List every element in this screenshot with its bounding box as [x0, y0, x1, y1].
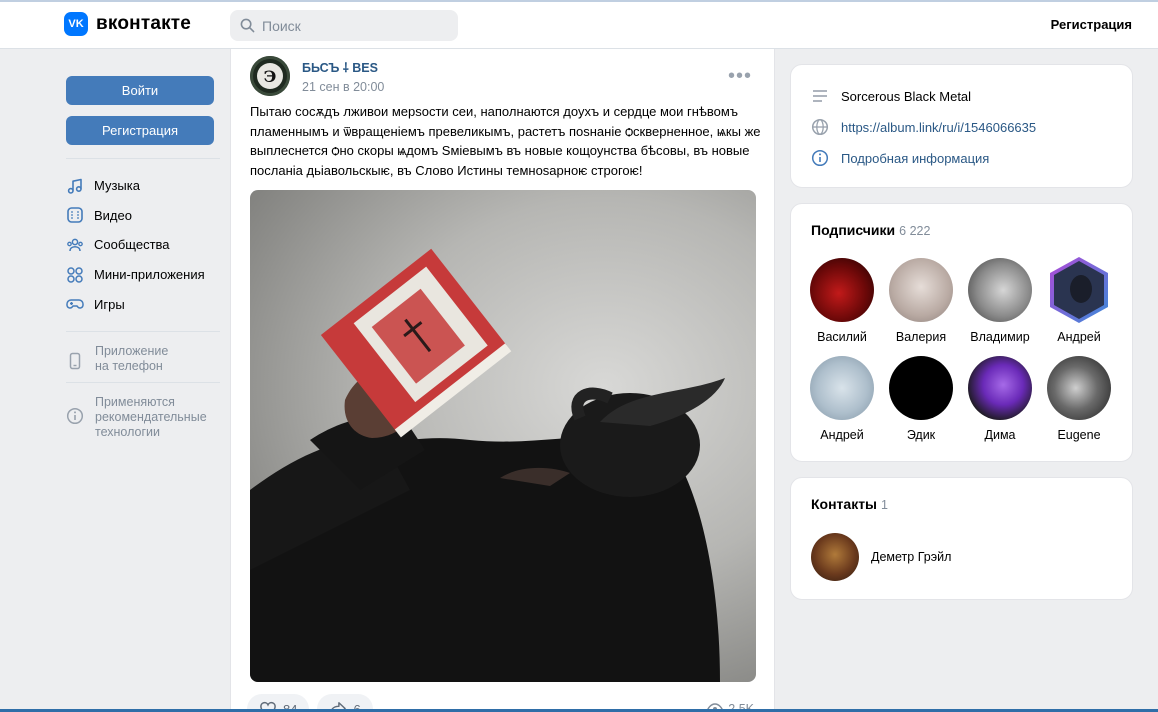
- post-text: Пытаю сосѫдъ лживои мерѕости сеи, наполн…: [250, 104, 761, 178]
- info-card: Sorcerous Black Metal https://album.link…: [790, 64, 1133, 188]
- sidebar-item-label: Игры: [94, 296, 125, 312]
- subscriber-name: Андрей: [1057, 330, 1101, 344]
- subscriber-avatar: [1050, 257, 1108, 323]
- subscriber-avatar: [1047, 356, 1111, 420]
- sidebar-item-communities[interactable]: Сообщества: [66, 230, 220, 260]
- more-options-icon[interactable]: •••: [728, 65, 752, 88]
- subscriber-item[interactable]: Андрей: [1039, 257, 1119, 344]
- info-details-row[interactable]: Подробная информация: [811, 149, 989, 167]
- search-icon: [240, 18, 255, 33]
- top-accent-line: [0, 0, 1158, 2]
- subscriber-avatar: [810, 258, 874, 322]
- subscriber-item[interactable]: Василий: [802, 258, 882, 344]
- subscriber-item[interactable]: Eugene: [1039, 356, 1119, 442]
- contact-avatar: [811, 533, 859, 581]
- subscriber-avatar: [889, 356, 953, 420]
- subscriber-item[interactable]: Андрей: [802, 356, 882, 442]
- sidebar-item-label: Музыка: [94, 178, 140, 194]
- mini-apps-icon: [67, 266, 83, 283]
- post-author[interactable]: БЬСЪ ⸸ BES: [302, 59, 384, 76]
- contacts-card: Контакты 1 Деметр Грэйл: [790, 477, 1133, 600]
- sidebar-item-label: Мини-приложения: [94, 267, 205, 283]
- login-button[interactable]: Войти: [66, 76, 214, 105]
- mobile-app-line2: на телефон: [95, 358, 163, 373]
- recommendations-line2: рекомендательные: [95, 409, 207, 424]
- subscribers-count: 6 222: [899, 224, 931, 238]
- recommendations-line1: Применяются: [95, 394, 175, 409]
- globe-icon: [811, 118, 829, 136]
- post-photo[interactable]: [250, 190, 756, 682]
- subscribers-title[interactable]: Подписчики 6 222: [811, 222, 930, 238]
- search-box[interactable]: [230, 10, 458, 41]
- sidebar-item-video[interactable]: Видео: [66, 201, 220, 231]
- mobile-app-line1: Приложение: [95, 343, 169, 358]
- search-input[interactable]: [262, 17, 442, 34]
- info-details-link[interactable]: Подробная информация: [841, 151, 989, 166]
- vk-logo-icon: VK: [64, 12, 88, 36]
- info-description-row: Sorcerous Black Metal: [811, 87, 971, 105]
- subscriber-avatar: [968, 356, 1032, 420]
- subscriber-name: Василий: [817, 330, 867, 344]
- info-link-row: https://album.link/ru/i/1546066635: [811, 118, 1036, 136]
- contacts-title-text: Контакты: [811, 496, 878, 512]
- left-sidebar: Войти Регистрация Музыка Видео Сообществ…: [66, 76, 220, 448]
- sidebar-item-mini-apps[interactable]: Мини-приложения: [66, 260, 220, 290]
- subscriber-item[interactable]: Владимир: [960, 258, 1040, 344]
- subscriber-name: Валерия: [895, 330, 947, 344]
- top-bar: VK вконтакте Регистрация: [0, 0, 1158, 49]
- subscriber-item[interactable]: Эдик: [881, 356, 961, 442]
- subscriber-name: Дима: [984, 428, 1016, 442]
- contact-name: Деметр Грэйл: [871, 550, 952, 564]
- subscriber-avatar: [810, 356, 874, 420]
- sidebar-item-games[interactable]: Игры: [66, 289, 220, 319]
- header-register-link[interactable]: Регистрация: [1051, 17, 1132, 32]
- recommendations-line3: технологии: [95, 424, 161, 439]
- info-url-link[interactable]: https://album.link/ru/i/1546066635: [841, 120, 1036, 135]
- contacts-title[interactable]: Контакты 1: [811, 496, 888, 512]
- subscriber-item[interactable]: Дима: [960, 356, 1040, 442]
- description-icon: [813, 90, 827, 102]
- sidebar-divider: [66, 158, 220, 159]
- subscriber-name: Eugene: [1057, 428, 1101, 442]
- info-icon: [66, 407, 84, 425]
- author-avatar[interactable]: Э: [250, 56, 290, 96]
- communities-icon: [67, 238, 83, 252]
- subscriber-name: Эдик: [906, 428, 936, 442]
- register-button[interactable]: Регистрация: [66, 116, 214, 145]
- sidebar-item-label: Видео: [94, 207, 132, 223]
- post-date[interactable]: 21 сен в 20:00: [302, 80, 384, 94]
- video-icon: [67, 207, 83, 224]
- subscriber-avatar: [889, 258, 953, 322]
- sidebar-divider: [66, 330, 220, 332]
- post-photo-image: [250, 248, 725, 682]
- subscribers-card: Подписчики 6 222 Василий Валерия Владимир…: [790, 203, 1133, 462]
- contacts-count: 1: [881, 498, 888, 512]
- sidebar-mobile-app[interactable]: Приложение на телефон: [66, 344, 220, 374]
- vk-logo[interactable]: VK вконтакте: [64, 12, 191, 36]
- subscriber-item[interactable]: Валерия: [881, 258, 961, 344]
- contact-item[interactable]: Деметр Грэйл: [811, 533, 951, 581]
- vk-logo-text: вконтакте: [96, 13, 192, 34]
- post-header: Э БЬСЪ ⸸ BES 21 сен в 20:00: [250, 56, 384, 96]
- sidebar-item-music[interactable]: Музыка: [66, 171, 220, 201]
- subscribers-title-text: Подписчики: [811, 222, 896, 238]
- author-avatar-letter: Э: [257, 63, 283, 89]
- subscriber-name: Андрей: [820, 428, 864, 442]
- subscriber-name: Владимир: [970, 330, 1030, 344]
- subscriber-avatar: [968, 258, 1032, 322]
- sidebar-item-label: Сообщества: [94, 237, 170, 253]
- music-icon: [67, 178, 82, 194]
- info-description: Sorcerous Black Metal: [841, 88, 972, 104]
- games-icon: [66, 299, 84, 309]
- info-icon: [811, 149, 829, 167]
- phone-icon: [69, 352, 81, 370]
- sidebar-divider: [66, 381, 220, 383]
- sidebar-recommendations[interactable]: Применяются рекомендательные технологии: [66, 395, 220, 440]
- wall-post: Э БЬСЪ ⸸ BES 21 сен в 20:00 ••• Пытаю со…: [230, 49, 775, 712]
